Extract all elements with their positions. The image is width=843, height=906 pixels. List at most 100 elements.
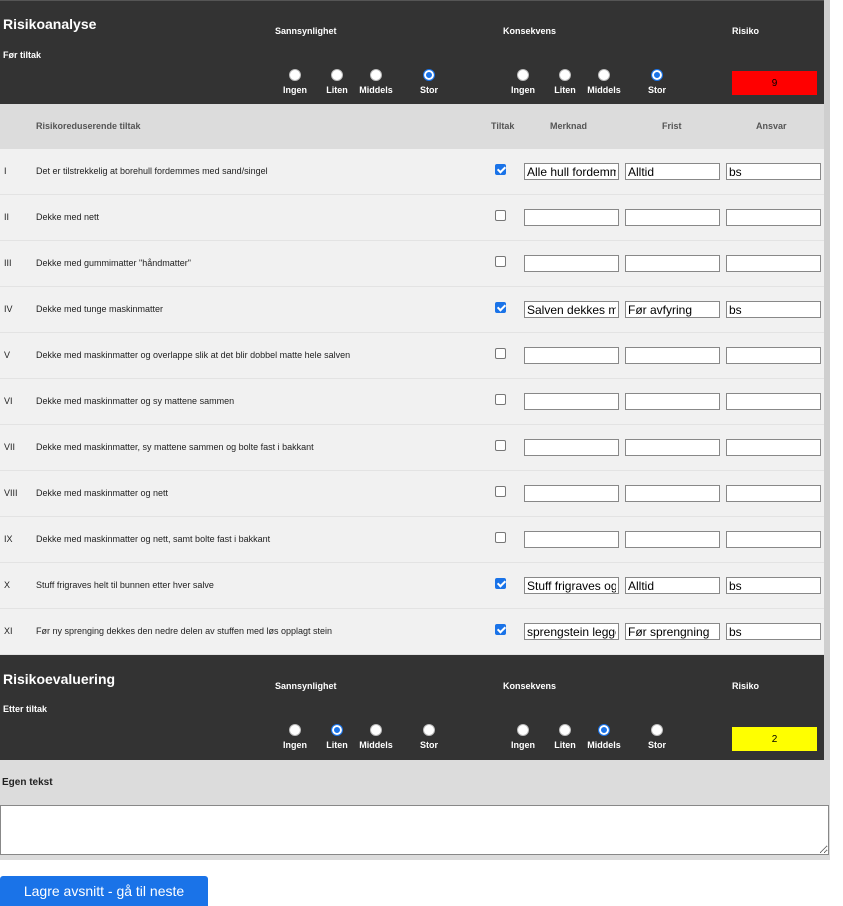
radio-option-middels[interactable]: Middels [586, 724, 622, 750]
ansvar-input[interactable] [726, 439, 821, 456]
frist-input[interactable] [625, 623, 720, 640]
ansvar-input[interactable] [726, 623, 821, 640]
radio-label: Stor [420, 85, 438, 95]
radio-button[interactable] [423, 69, 435, 81]
tiltak-checkbox[interactable] [495, 486, 506, 497]
ansvar-input[interactable] [726, 255, 821, 272]
radio-option-liten[interactable]: Liten [547, 724, 583, 750]
radio-button[interactable] [289, 69, 301, 81]
radio-option-ingen[interactable]: Ingen [505, 724, 541, 750]
tiltak-checkbox[interactable] [495, 164, 506, 175]
own-text-textarea[interactable] [0, 805, 829, 855]
radio-option-stor[interactable]: Stor [639, 724, 675, 750]
frist-input[interactable] [625, 301, 720, 318]
measure-text: Det er tilstrekkelig at borehull fordemm… [36, 166, 268, 176]
frist-input[interactable] [625, 255, 720, 272]
radio-button[interactable] [598, 724, 610, 736]
frist-input[interactable] [625, 209, 720, 226]
merknad-input[interactable] [524, 577, 619, 594]
merknad-input[interactable] [524, 485, 619, 502]
radio-button[interactable] [651, 724, 663, 736]
risk-evaluation-header: Risikoevaluering Etter tiltak Sannsynlig… [0, 655, 824, 760]
risk-analysis-header: Risikoanalyse Før tiltak Sannsynlighet K… [0, 0, 824, 104]
row-number: III [4, 258, 12, 268]
merknad-input[interactable] [524, 531, 619, 548]
ansvar-input[interactable] [726, 531, 821, 548]
radio-option-liten[interactable]: Liten [319, 69, 355, 95]
measure-text: Dekke med maskinmatter og sy mattene sam… [36, 396, 235, 406]
tiltak-checkbox[interactable] [495, 394, 506, 405]
table-row: IX Dekke med maskinmatter og nett, samt b… [0, 517, 824, 563]
ansvar-input[interactable] [726, 209, 821, 226]
tiltak-checkbox[interactable] [495, 348, 506, 359]
radio-button[interactable] [559, 724, 571, 736]
radio-button[interactable] [598, 69, 610, 81]
measures-table-body: I Det er tilstrekkelig at borehull fordem… [0, 149, 824, 655]
tiltak-checkbox[interactable] [495, 440, 506, 451]
radio-button[interactable] [331, 69, 343, 81]
measure-text: Dekke med maskinmatter, sy mattene samme… [36, 442, 314, 452]
frist-input[interactable] [625, 439, 720, 456]
tiltak-checkbox[interactable] [495, 532, 506, 543]
radio-option-ingen[interactable]: Ingen [277, 69, 313, 95]
tiltak-checkbox[interactable] [495, 256, 506, 267]
ansvar-input[interactable] [726, 577, 821, 594]
merknad-input[interactable] [524, 301, 619, 318]
radio-label: Stor [648, 85, 666, 95]
radio-option-stor[interactable]: Stor [411, 69, 447, 95]
frist-input[interactable] [625, 531, 720, 548]
radio-option-middels[interactable]: Middels [586, 69, 622, 95]
radio-option-middels[interactable]: Middels [358, 69, 394, 95]
frist-input[interactable] [625, 485, 720, 502]
header-ansvar: Ansvar [756, 121, 787, 131]
tiltak-checkbox[interactable] [495, 302, 506, 313]
radio-option-middels[interactable]: Middels [358, 724, 394, 750]
merknad-input[interactable] [524, 163, 619, 180]
frist-input[interactable] [625, 577, 720, 594]
row-number: V [4, 350, 11, 360]
frist-input[interactable] [625, 347, 720, 364]
radio-label: Liten [554, 740, 576, 750]
probability-radio-group-after: Ingen Liten Middels Stor [277, 724, 447, 754]
tiltak-checkbox[interactable] [495, 578, 506, 589]
ansvar-input[interactable] [726, 347, 821, 364]
consequence-label-before: Konsekvens [503, 26, 557, 36]
save-next-button[interactable]: Lagre avsnitt - gå til neste [0, 876, 208, 906]
merknad-input[interactable] [524, 623, 619, 640]
ansvar-input[interactable] [726, 485, 821, 502]
frist-input[interactable] [625, 163, 720, 180]
ansvar-input[interactable] [726, 393, 821, 410]
merknad-input[interactable] [524, 255, 619, 272]
merknad-input[interactable] [524, 347, 619, 364]
radio-button[interactable] [370, 69, 382, 81]
radio-option-ingen[interactable]: Ingen [505, 69, 541, 95]
merknad-input[interactable] [524, 209, 619, 226]
scrollbar-track[interactable] [824, 0, 830, 860]
tiltak-checkbox[interactable] [495, 210, 506, 221]
radio-option-ingen[interactable]: Ingen [277, 724, 313, 750]
radio-option-liten[interactable]: Liten [319, 724, 355, 750]
frist-input[interactable] [625, 393, 720, 410]
radio-option-stor[interactable]: Stor [411, 724, 447, 750]
ansvar-input[interactable] [726, 301, 821, 318]
ansvar-input[interactable] [726, 163, 821, 180]
radio-option-stor[interactable]: Stor [639, 69, 675, 95]
radio-option-liten[interactable]: Liten [547, 69, 583, 95]
merknad-input[interactable] [524, 393, 619, 410]
radio-button[interactable] [370, 724, 382, 736]
radio-button[interactable] [517, 724, 529, 736]
radio-button[interactable] [517, 69, 529, 81]
radio-label: Ingen [511, 740, 535, 750]
radio-button[interactable] [331, 724, 343, 736]
measures-table-header: Risikoreduserende tiltak Tiltak Merknad … [0, 104, 824, 149]
row-number: XI [4, 626, 13, 636]
radio-label: Middels [359, 85, 393, 95]
radio-button[interactable] [289, 724, 301, 736]
merknad-input[interactable] [524, 439, 619, 456]
probability-label-after: Sannsynlighet [275, 681, 337, 691]
radio-button[interactable] [423, 724, 435, 736]
radio-button[interactable] [651, 69, 663, 81]
radio-button[interactable] [559, 69, 571, 81]
radio-label: Ingen [283, 85, 307, 95]
tiltak-checkbox[interactable] [495, 624, 506, 635]
